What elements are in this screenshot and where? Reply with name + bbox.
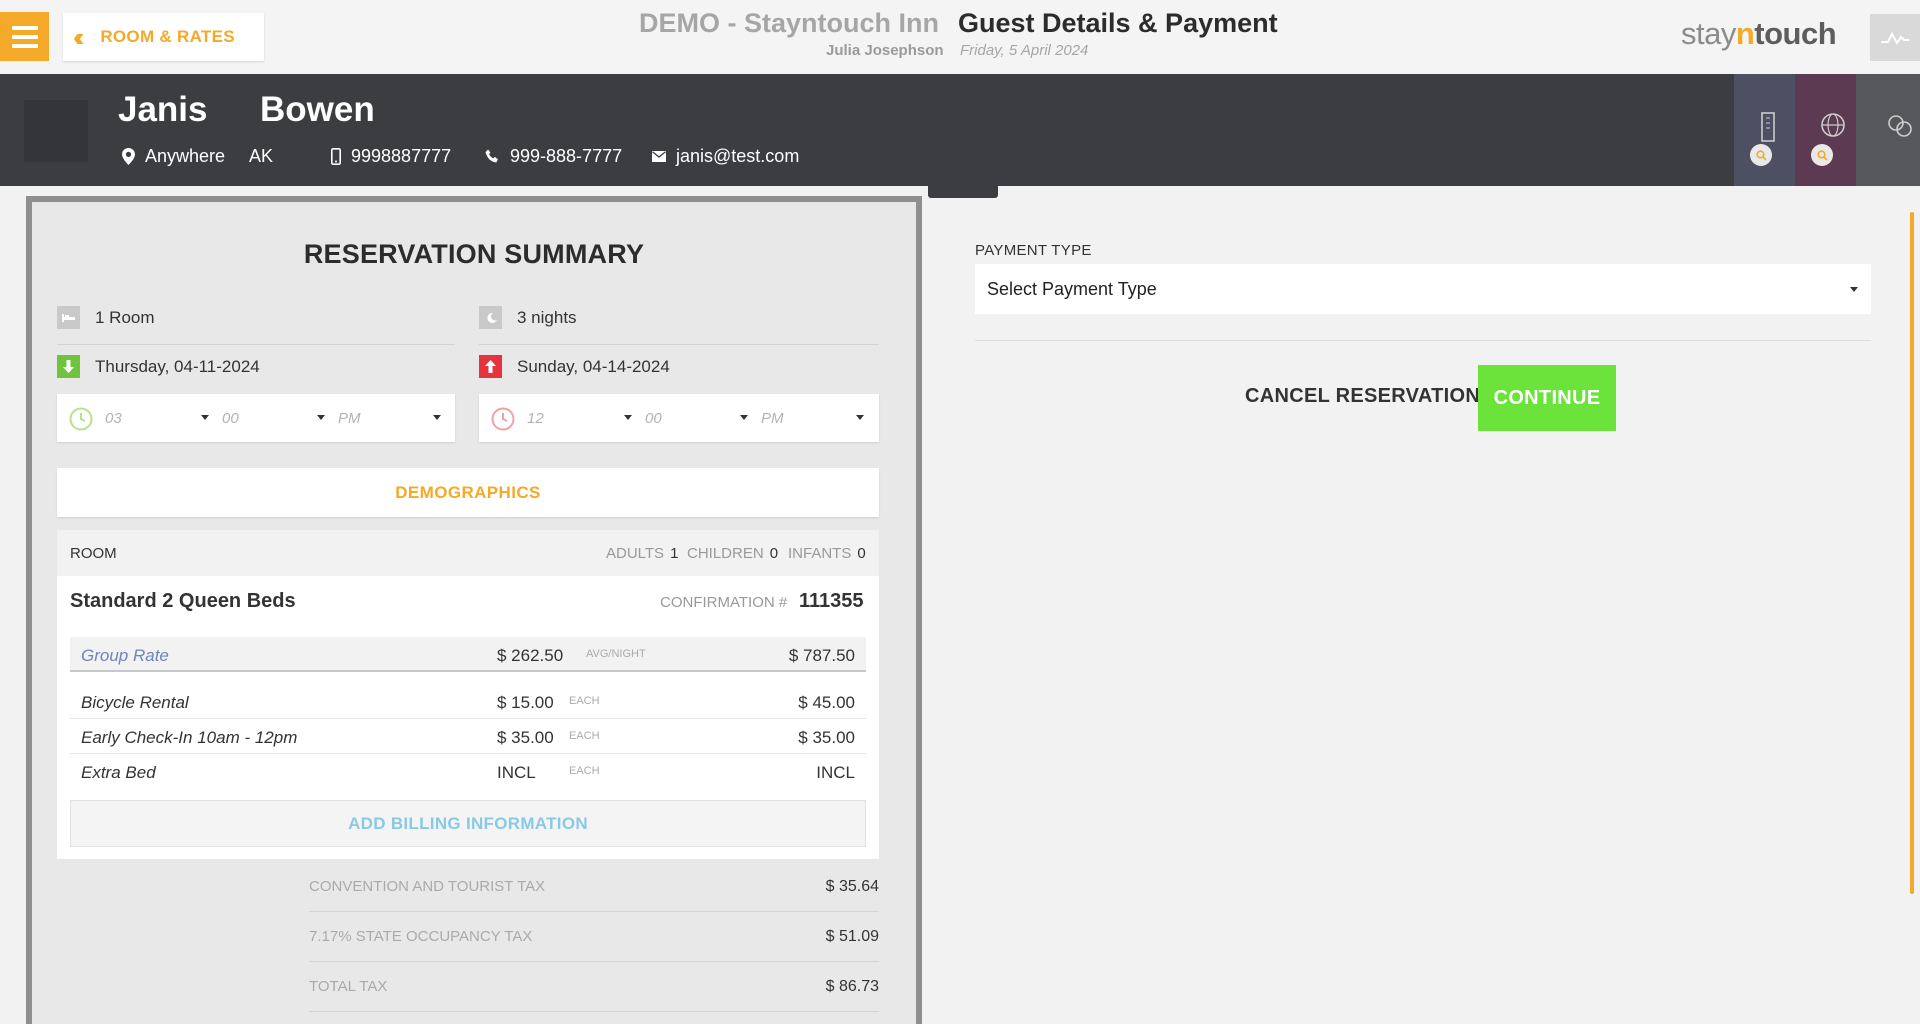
reservation-summary-panel: RESERVATION SUMMARY 1 Room 3 nights Thur… xyxy=(26,196,922,1024)
hotel-name: DEMO - Stayntouch Inn xyxy=(639,8,939,38)
rate-row: Group Rate $ 262.50 AVG/NIGHT $ 787.50 xyxy=(70,637,866,672)
guest-city: Anywhere xyxy=(145,146,226,166)
clock-icon xyxy=(491,407,515,431)
payment-type-select[interactable]: Select Payment Type xyxy=(975,264,1871,314)
mobile-number: 9998887777 xyxy=(351,146,452,166)
arrival-time-picker: 03 00 PM xyxy=(57,394,455,442)
divider xyxy=(975,340,1871,341)
summary-title: RESERVATION SUMMARY xyxy=(303,239,645,269)
moon-icon xyxy=(479,306,502,329)
children-count: CHILDREN 0 xyxy=(687,545,779,562)
room-count: 1 Room xyxy=(57,306,155,329)
room-type: Standard 2 Queen Beds xyxy=(70,590,296,612)
envelope-icon xyxy=(652,151,666,162)
avatar[interactable] xyxy=(24,100,88,162)
guest-header: Janis Bowen Anywhere AK 9998887777 999-8… xyxy=(0,74,1920,186)
group-icon xyxy=(1888,115,1912,137)
page-title: Guest Details & Payment xyxy=(958,8,1278,38)
mobile-icon xyxy=(331,148,341,165)
rate-unit: AVG/NIGHT xyxy=(586,648,646,660)
continue-button[interactable]: CONTINUE xyxy=(1478,365,1616,431)
search-icon[interactable] xyxy=(1811,144,1833,166)
brand-logo: stayntouch xyxy=(1681,16,1837,51)
building-icon xyxy=(1761,112,1775,142)
guest-address: Anywhere AK xyxy=(122,146,273,167)
total-tax-row: TOTAL TAX $ 86.73 xyxy=(309,962,879,1012)
chevron-down-icon xyxy=(1850,287,1858,292)
cancel-reservation-button[interactable]: CANCEL RESERVATION xyxy=(1245,385,1480,408)
payment-type-value: Select Payment Type xyxy=(987,279,1157,299)
tax-row: CONVENTION AND TOURIST TAX $ 35.64 xyxy=(309,862,879,912)
room-label: ROOM xyxy=(70,545,117,562)
guest-phone[interactable]: 999-888-7777 xyxy=(485,146,622,167)
location-pin-icon xyxy=(122,148,135,165)
email-address: janis@test.com xyxy=(676,146,800,166)
search-icon[interactable] xyxy=(1750,144,1772,166)
infants-count: INFANTS 0 xyxy=(788,545,866,562)
phone-number: 999-888-7777 xyxy=(510,146,623,166)
double-chevron-left-icon: ‹‹ xyxy=(73,22,85,52)
rate-amount: $ 262.50 xyxy=(497,646,564,665)
demographics-button[interactable]: DEMOGRAPHICS xyxy=(57,468,879,517)
addon-row: Bicycle Rental $ 15.00 EACH $ 45.00 xyxy=(70,684,866,719)
phone-icon xyxy=(485,149,498,163)
room-card: ROOM ADULTS 1 CHILDREN 0 INFANTS 0 Standard… xyxy=(57,530,879,859)
confirmation-label: CONFIRMATION # xyxy=(660,594,788,611)
back-to-room-rates-button[interactable]: ‹‹ ROOM & RATES xyxy=(63,13,264,61)
guest-email[interactable]: janis@test.com xyxy=(652,146,799,167)
arrow-down-icon xyxy=(57,355,80,378)
addon-row: Extra Bed INCL EACH INCL xyxy=(81,763,855,782)
rate-total: $ 787.50 xyxy=(788,646,855,665)
room-card-header: ROOM ADULTS 1 CHILDREN 0 INFANTS 0 xyxy=(57,530,879,576)
user-name: Julia Josephson xyxy=(826,42,944,59)
guest-state: AK xyxy=(249,146,274,166)
side-tabs xyxy=(1734,74,1920,186)
confirmation-number: 111355 xyxy=(799,590,864,612)
business-date: Friday, 5 April 2024 xyxy=(960,42,1089,59)
clock-icon xyxy=(69,407,93,431)
tab-group[interactable] xyxy=(1856,74,1920,186)
back-button-label: ROOM & RATES xyxy=(100,27,235,46)
adults-count: ADULTS 1 xyxy=(606,545,679,562)
arrival-date[interactable]: Thursday, 04-11-2024 xyxy=(57,355,260,378)
night-count: 3 nights xyxy=(479,306,577,329)
guest-last-name[interactable]: Bowen xyxy=(260,90,375,130)
top-bar: ‹‹ ROOM & RATES DEMO - Stayntouch Inn Gu… xyxy=(0,0,1920,74)
rate-name[interactable]: Group Rate xyxy=(81,646,169,666)
add-billing-information-button[interactable]: ADD BILLING INFORMATION xyxy=(70,800,866,847)
guest-mobile[interactable]: 9998887777 xyxy=(331,146,451,167)
activity-icon[interactable] xyxy=(1870,14,1920,61)
globe-icon xyxy=(1821,113,1845,137)
menu-icon[interactable] xyxy=(0,12,49,61)
scrollbar[interactable] xyxy=(1910,212,1914,894)
tab-company-card[interactable] xyxy=(1734,74,1795,186)
tab-travel-agent[interactable] xyxy=(1795,74,1856,186)
bed-icon xyxy=(57,306,80,329)
departure-time-picker: 12 00 PM xyxy=(479,394,879,442)
departure-date[interactable]: Sunday, 04-14-2024 xyxy=(479,355,670,378)
tax-row: 7.17% STATE OCCUPANCY TAX $ 51.09 xyxy=(309,912,879,962)
arrow-up-icon xyxy=(479,355,502,378)
drawer-handle[interactable] xyxy=(928,186,998,198)
guest-first-name[interactable]: Janis xyxy=(118,90,208,130)
addon-row: Early Check-In 10am - 12pm $ 35.00 EACH … xyxy=(70,719,866,754)
payment-type-label: PAYMENT TYPE xyxy=(975,242,1092,259)
